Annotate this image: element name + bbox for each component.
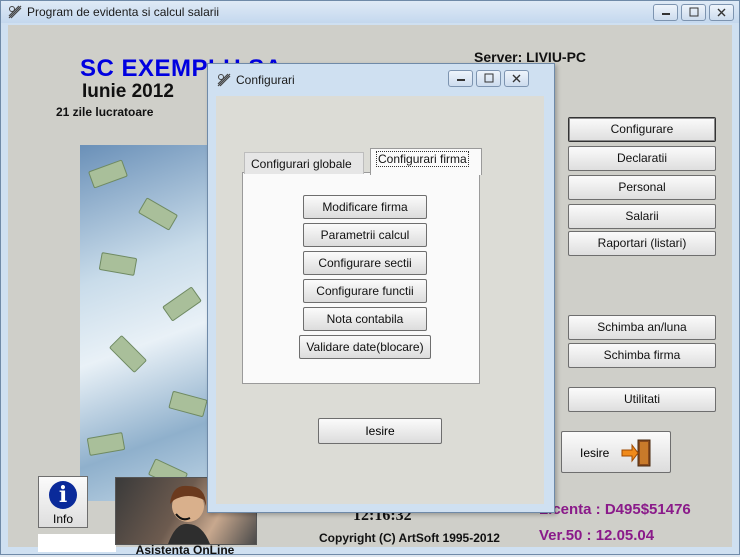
minimize-button[interactable] [653, 4, 678, 21]
configurari-dialog: Configurari Modificare firma Parametrii … [207, 63, 555, 513]
configurare-sectii-button[interactable]: Configurare sectii [303, 251, 427, 275]
dialog-app-icon [217, 73, 231, 87]
modificare-firma-button[interactable]: Modificare firma [303, 195, 427, 219]
tab-configurari-firma-label: Configurari firma [376, 151, 469, 167]
close-icon [717, 8, 726, 17]
info-label: Info [52, 512, 73, 526]
working-days: 21 zile lucratoare [56, 105, 154, 119]
money-image [80, 145, 214, 501]
close-icon [512, 74, 521, 83]
schimba-an-luna-button[interactable]: Schimba an/luna [568, 315, 716, 340]
utilitati-button[interactable]: Utilitati [568, 387, 716, 412]
close-button[interactable] [709, 4, 734, 21]
title-bar: Program de evidenta si calcul salarii [1, 1, 739, 23]
tab-configurari-firma[interactable]: Configurari firma [370, 148, 482, 175]
tab-configurari-globale[interactable]: Configurari globale [244, 152, 364, 174]
configurare-button[interactable]: Configurare [568, 117, 716, 142]
dialog-maximize-button[interactable] [476, 70, 501, 87]
raportari-button[interactable]: Raportari (listari) [568, 231, 716, 256]
configurare-functii-button[interactable]: Configurare functii [303, 279, 427, 303]
app-icon [8, 5, 22, 19]
tab-panel: Modificare firma Parametrii calcul Confi… [242, 172, 480, 384]
parametrii-calcul-button[interactable]: Parametrii calcul [303, 223, 427, 247]
minimize-icon [457, 79, 465, 81]
dialog-title: Configurari [236, 73, 295, 87]
exit-main-label: Iesire [580, 446, 610, 460]
dialog-close-button[interactable] [504, 70, 529, 87]
validare-date-button[interactable]: Validare date(blocare) [299, 335, 431, 359]
minimize-icon [662, 13, 670, 15]
info-button[interactable]: i Info [38, 476, 88, 528]
exit-main-button[interactable]: Iesire [561, 431, 671, 473]
personal-button[interactable]: Personal [568, 175, 716, 200]
status-box [38, 534, 116, 552]
window-title: Program de evidenta si calcul salarii [27, 5, 220, 19]
declaratii-button[interactable]: Declaratii [568, 146, 716, 171]
dialog-body: Modificare firma Parametrii calcul Confi… [216, 96, 544, 504]
nota-contabila-button[interactable]: Nota contabila [303, 307, 427, 331]
exit-door-icon [621, 439, 651, 467]
maximize-button[interactable] [681, 4, 706, 21]
dialog-exit-button[interactable]: Iesire [318, 418, 442, 444]
current-month: Iunie 2012 [82, 81, 174, 102]
license-label: Licenta : D495$51476 [539, 501, 691, 518]
schimba-firma-button[interactable]: Schimba firma [568, 343, 716, 368]
version-label: Ver.50 : 12.05.04 [539, 527, 655, 544]
salarii-button[interactable]: Salarii [568, 204, 716, 229]
info-icon: i [49, 481, 77, 509]
main-window: Program de evidenta si calcul salarii SC… [0, 0, 740, 557]
copyright: Copyright (C) ArtSoft 1995-2012 [319, 531, 500, 545]
dialog-minimize-button[interactable] [448, 70, 473, 87]
maximize-icon [484, 73, 494, 83]
maximize-icon [689, 7, 699, 17]
